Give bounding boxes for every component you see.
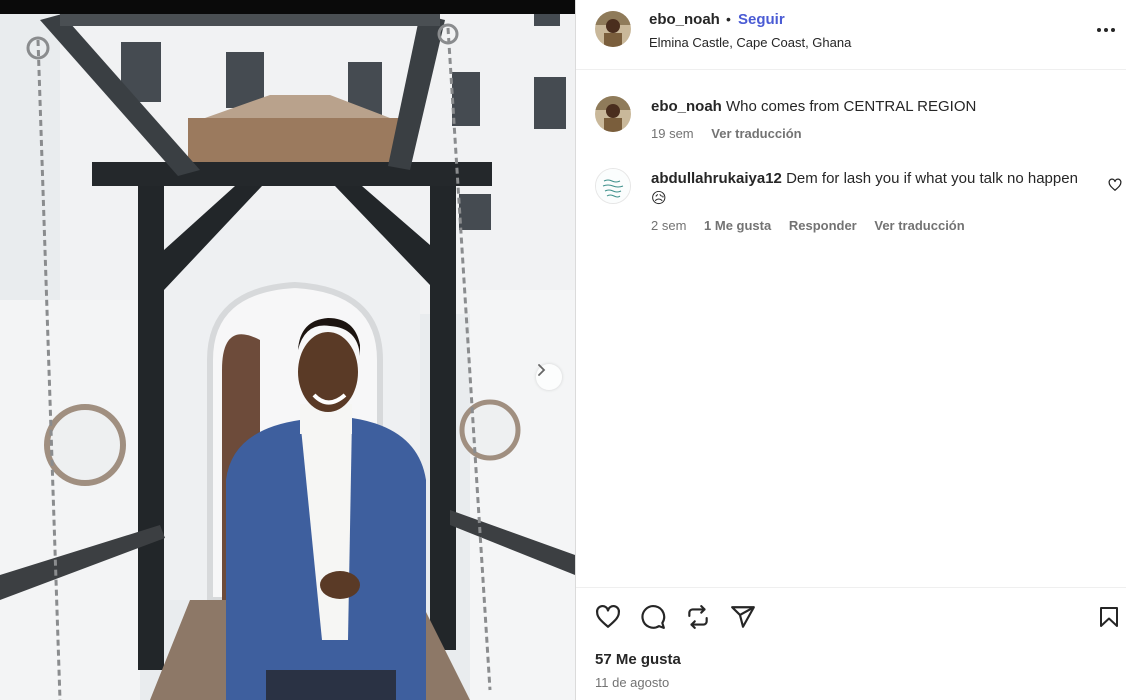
comment-body: Dem for lash you if what you talk no hap… <box>786 170 1078 187</box>
comment-body: Who comes from CENTRAL REGION <box>726 98 977 115</box>
avatar-image <box>596 169 630 203</box>
avatar-image <box>595 96 631 132</box>
follow-button[interactable]: Seguir <box>738 11 785 28</box>
heart-icon <box>1108 178 1122 191</box>
post-username[interactable]: ebo_noah <box>649 11 720 28</box>
comment-text: abdullahrukaiya12 Dem for lash you if wh… <box>651 169 1081 209</box>
more-horizontal-icon <box>1097 28 1115 32</box>
avatar-image <box>595 11 631 47</box>
send-icon <box>731 606 755 628</box>
post-location[interactable]: Elmina Castle, Cape Coast, Ghana <box>649 35 851 50</box>
post-photo <box>0 0 575 700</box>
chevron-right-icon <box>538 364 546 376</box>
avatar[interactable] <box>595 96 631 132</box>
post-actions: 57 Me gusta 11 de agosto <box>576 587 1126 700</box>
comment-username[interactable]: ebo_noah <box>651 98 722 115</box>
heart-icon <box>596 604 620 628</box>
reply-button[interactable]: Responder <box>789 218 857 233</box>
comment-like-button[interactable] <box>1108 178 1124 194</box>
comment-bubble-icon <box>641 605 666 629</box>
comment-text: ebo_noah Who comes from CENTRAL REGION <box>651 97 1081 117</box>
comment-time[interactable]: 19 sem <box>651 126 694 141</box>
like-button[interactable] <box>593 602 623 632</box>
comment-button[interactable] <box>638 602 668 632</box>
comment-meta: 2 sem 1 Me gusta Responder Ver traducció… <box>651 218 979 233</box>
comment-emoji: 😥 <box>651 190 667 207</box>
comment-likes[interactable]: 1 Me gusta <box>704 218 771 233</box>
more-options-button[interactable] <box>1094 18 1118 42</box>
comment-username[interactable]: abdullahrukaiya12 <box>651 170 782 187</box>
comment-meta: 19 sem Ver traducción <box>651 126 816 141</box>
repost-icon <box>688 605 708 629</box>
post-date[interactable]: 11 de agosto <box>595 675 669 690</box>
translate-button[interactable]: Ver traducción <box>874 218 964 233</box>
send-button[interactable] <box>728 602 758 632</box>
photo-illustration <box>0 0 575 700</box>
post-side-panel: ebo_noah • Seguir Elmina Castle, Cape Co… <box>575 0 1126 700</box>
repost-button[interactable] <box>683 602 713 632</box>
avatar[interactable] <box>595 168 631 204</box>
next-photo-button[interactable] <box>536 364 562 390</box>
likes-count[interactable]: 57 Me gusta <box>595 651 681 668</box>
avatar[interactable] <box>595 11 631 47</box>
bookmark-icon <box>1100 607 1118 627</box>
post-header: ebo_noah • Seguir Elmina Castle, Cape Co… <box>576 0 1126 70</box>
separator-dot: • <box>726 11 731 27</box>
comment-time[interactable]: 2 sem <box>651 218 686 233</box>
comments-section: ebo_noah Who comes from CENTRAL REGION 1… <box>576 70 1126 587</box>
save-button[interactable] <box>1094 602 1124 632</box>
translate-button[interactable]: Ver traducción <box>711 126 801 141</box>
